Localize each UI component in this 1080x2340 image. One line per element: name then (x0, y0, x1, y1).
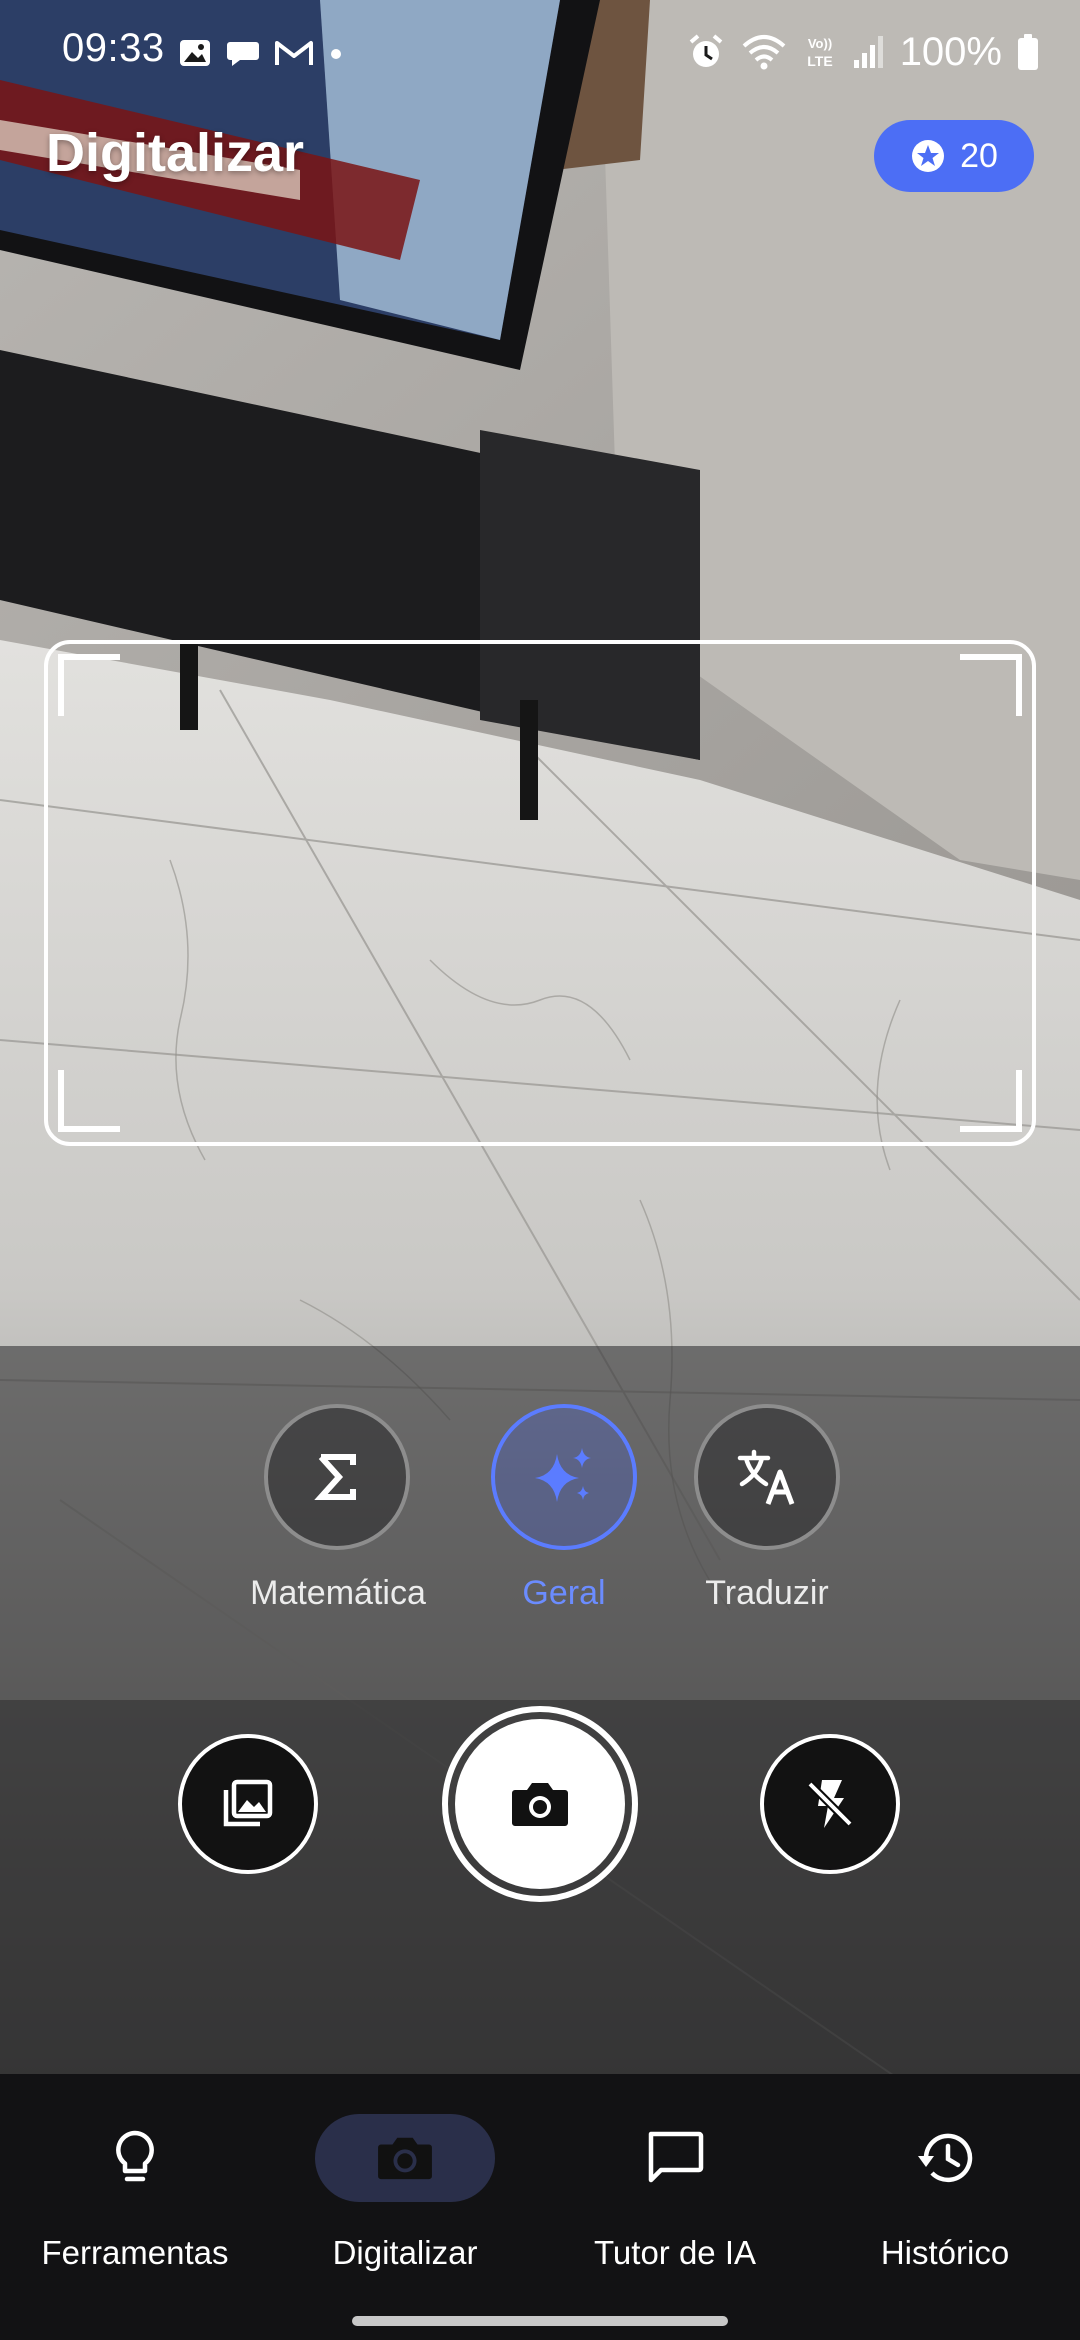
nav-label-tools: Ferramentas (41, 2234, 229, 2271)
camera-icon (378, 2137, 432, 2180)
credits-badge[interactable]: 20 (874, 120, 1034, 192)
svg-text:Vo)): Vo)) (808, 36, 832, 51)
volte-icon: Vo)) LTE (807, 36, 832, 69)
status-notification-icons (178, 34, 344, 72)
gallery-stack-icon (223, 1779, 273, 1827)
bottom-navigation: Ferramentas Digitalizar Tutor de IA Hist… (0, 2074, 1080, 2340)
signal-icon (853, 36, 883, 68)
scan-corner-bottom-left (58, 1070, 120, 1132)
battery-icon (1018, 34, 1038, 70)
nav-label-scan: Digitalizar (332, 2234, 478, 2271)
sparkles-icon (535, 1448, 591, 1502)
status-bar: 09:33 Vo)) LTE 100% (0, 0, 1080, 104)
battery-percentage: 100% (899, 29, 1002, 74)
nav-label-history: Histórico (880, 2234, 1010, 2271)
credits-count: 20 (960, 136, 998, 175)
home-indicator[interactable] (352, 2316, 728, 2326)
wifi-icon (742, 35, 786, 70)
nav-item-scan[interactable]: Digitalizar (270, 2074, 540, 2294)
mode-general-button[interactable] (491, 1404, 637, 1550)
nav-label-ai-tutor: Tutor de IA (593, 2234, 757, 2271)
camera-icon (512, 1783, 568, 1826)
scan-corner-top-left (58, 654, 120, 716)
flash-toggle-button[interactable] (760, 1734, 900, 1874)
nav-active-pill (315, 2114, 495, 2202)
chat-icon (648, 2131, 704, 2183)
nav-icon-wrap (585, 2114, 765, 2202)
lightbulb-icon (116, 2130, 154, 2182)
chat-bubble-icon (227, 42, 259, 66)
scan-frame (44, 640, 1036, 1146)
gallery-button[interactable] (178, 1734, 318, 1874)
mode-math-label: Matemática (250, 1574, 426, 1612)
alarm-icon (689, 34, 722, 67)
dot-icon (331, 49, 341, 59)
nav-icon-wrap (45, 2114, 225, 2202)
nav-item-tools[interactable]: Ferramentas (0, 2074, 270, 2294)
mode-translate-button[interactable] (694, 1404, 840, 1550)
mode-math-button[interactable] (264, 1404, 410, 1550)
scan-corner-top-right (960, 654, 1022, 716)
flash-off-icon (807, 1780, 853, 1828)
gmail-icon (275, 41, 313, 65)
translate-icon (737, 1449, 795, 1505)
shutter-inner (455, 1719, 625, 1889)
mode-translate-label: Traduzir (705, 1574, 829, 1612)
status-system-icons: Vo)) LTE 100% (686, 26, 1040, 78)
shutter-button[interactable] (442, 1706, 638, 1902)
sigma-icon (314, 1454, 356, 1500)
nav-item-ai-tutor[interactable]: Tutor de IA (540, 2074, 810, 2294)
nav-icon-wrap (855, 2114, 1035, 2202)
scan-corner-bottom-right (960, 1070, 1022, 1132)
gallery-icon (180, 40, 210, 66)
svg-text:LTE: LTE (807, 53, 832, 69)
nav-item-history[interactable]: Histórico (810, 2074, 1080, 2294)
star-badge-icon (912, 140, 945, 172)
page-title: Digitalizar (46, 123, 305, 183)
status-time: 09:33 (62, 26, 165, 70)
history-icon (918, 2133, 973, 2183)
